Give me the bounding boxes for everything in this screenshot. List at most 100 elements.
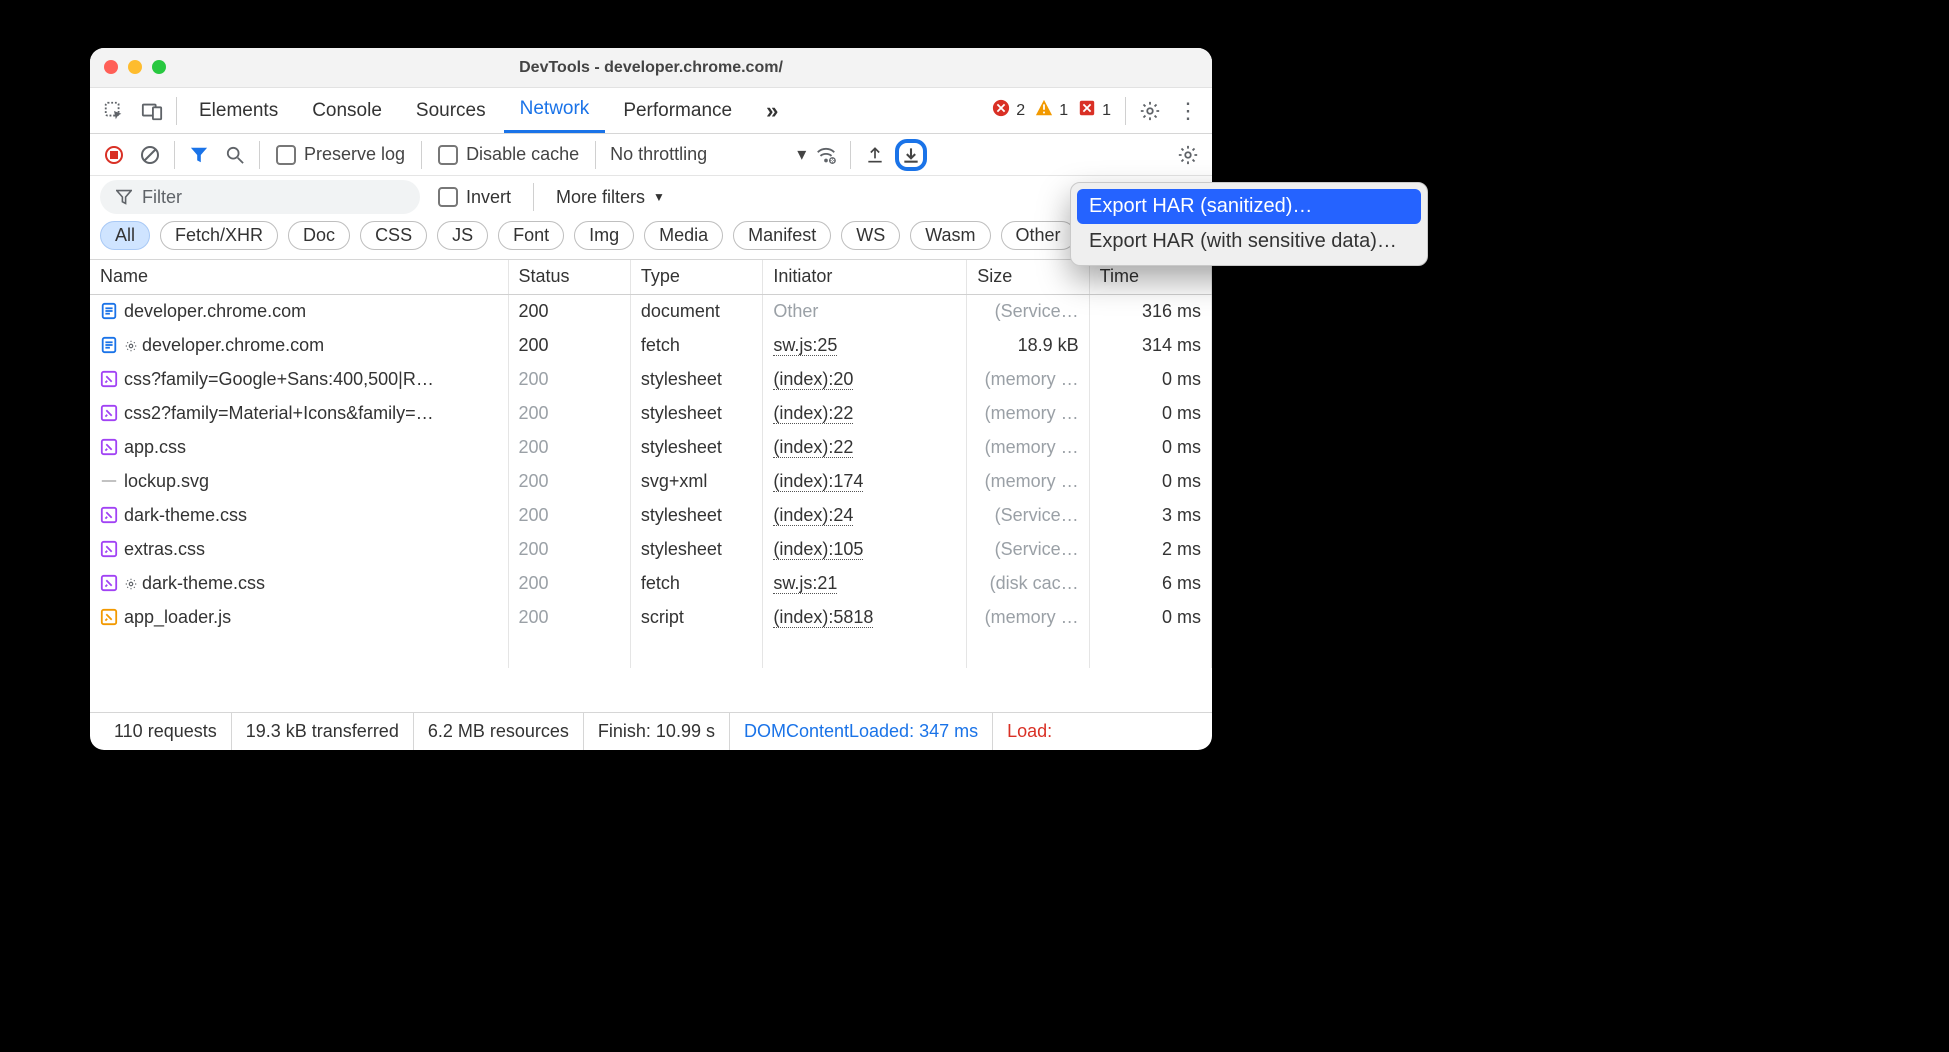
device-toolbar-icon[interactable]	[134, 93, 170, 129]
record-button[interactable]	[98, 139, 130, 171]
maximize-window-button[interactable]	[152, 60, 166, 74]
filter-input[interactable]: Filter	[100, 180, 420, 214]
settings-gear-icon[interactable]	[1132, 93, 1168, 129]
filter-toggle-icon[interactable]	[183, 139, 215, 171]
issue-count: 1	[1102, 102, 1111, 120]
search-icon[interactable]	[219, 139, 251, 171]
preserve-log-checkbox[interactable]: Preserve log	[268, 144, 413, 165]
table-row[interactable]: css2?family=Material+Icons&family=…200st…	[90, 396, 1212, 430]
more-tabs-button[interactable]: »	[750, 88, 794, 133]
file-type-icon	[100, 302, 118, 320]
disable-cache-checkbox[interactable]: Disable cache	[430, 144, 587, 165]
table-row[interactable]: lockup.svg200svg+xml(index):174(memory ……	[90, 464, 1212, 498]
status-cell: 200	[508, 430, 630, 464]
export-har-button[interactable]	[895, 139, 927, 171]
inspect-element-icon[interactable]	[96, 93, 132, 129]
request-name: extras.css	[124, 539, 205, 559]
table-row[interactable]: extras.css200stylesheet(index):105(Servi…	[90, 532, 1212, 566]
col-status[interactable]: Status	[508, 260, 630, 294]
chip-js[interactable]: JS	[437, 221, 488, 250]
table-header-row: Name Status Type Initiator Size Time	[90, 260, 1212, 294]
request-name: lockup.svg	[124, 471, 209, 491]
table-row[interactable]: developer.chrome.com200documentOther(Ser…	[90, 294, 1212, 328]
divider	[176, 97, 177, 125]
file-type-icon	[100, 404, 118, 422]
col-size[interactable]: Size	[967, 260, 1089, 294]
chip-all[interactable]: All	[100, 221, 150, 250]
initiator-link[interactable]: (index):174	[773, 471, 863, 492]
size-cell: (disk cac…	[967, 566, 1089, 600]
size-cell: (memory …	[967, 396, 1089, 430]
export-har-menu-item[interactable]: Export HAR (sanitized)…	[1077, 189, 1421, 224]
tab-elements[interactable]: Elements	[183, 88, 294, 133]
warning-icon[interactable]	[1035, 99, 1053, 122]
type-cell: script	[630, 600, 763, 634]
col-initiator[interactable]: Initiator	[763, 260, 967, 294]
network-conditions-icon[interactable]	[810, 139, 842, 171]
initiator-link[interactable]: (index):20	[773, 369, 853, 390]
throttling-select[interactable]: No throttling ▾	[604, 144, 806, 165]
size-cell: (memory …	[967, 464, 1089, 498]
export-har-menu: Export HAR (sanitized)…Export HAR (with …	[1070, 182, 1428, 266]
col-type[interactable]: Type	[630, 260, 763, 294]
table-row[interactable]: app.css200stylesheet(index):22(memory …0…	[90, 430, 1212, 464]
issue-icon[interactable]	[1078, 99, 1096, 122]
size-cell: (memory …	[967, 362, 1089, 396]
chip-font[interactable]: Font	[498, 221, 564, 250]
tab-network[interactable]: Network	[504, 88, 606, 133]
chip-wasm[interactable]: Wasm	[910, 221, 990, 250]
time-cell: 0 ms	[1089, 430, 1211, 464]
table-row[interactable]	[90, 634, 1212, 668]
error-icon[interactable]	[992, 99, 1010, 122]
chip-img[interactable]: Img	[574, 221, 634, 250]
traffic-lights	[104, 60, 166, 74]
type-cell: fetch	[630, 328, 763, 362]
filter-bar: Filter Invert More filters ▼	[90, 176, 1212, 218]
divider	[259, 141, 260, 169]
initiator-link[interactable]: (index):5818	[773, 607, 873, 628]
export-har-menu-item[interactable]: Export HAR (with sensitive data)…	[1077, 224, 1421, 259]
table-row[interactable]: app_loader.js200script(index):5818(memor…	[90, 600, 1212, 634]
initiator-link[interactable]: (index):22	[773, 403, 853, 424]
table-row[interactable]: css?family=Google+Sans:400,500|R…200styl…	[90, 362, 1212, 396]
chip-css[interactable]: CSS	[360, 221, 427, 250]
checkbox-icon	[438, 187, 458, 207]
size-cell: (memory …	[967, 430, 1089, 464]
chip-fetchxhr[interactable]: Fetch/XHR	[160, 221, 278, 250]
close-window-button[interactable]	[104, 60, 118, 74]
minimize-window-button[interactable]	[128, 60, 142, 74]
invert-label: Invert	[466, 187, 511, 208]
tab-sources[interactable]: Sources	[400, 88, 502, 133]
table-row[interactable]: dark-theme.css200stylesheet(index):24(Se…	[90, 498, 1212, 532]
tab-console[interactable]: Console	[296, 88, 398, 133]
kebab-menu-icon[interactable]: ⋮	[1170, 93, 1206, 129]
col-name[interactable]: Name	[90, 260, 508, 294]
request-name: app_loader.js	[124, 607, 231, 627]
initiator-link[interactable]: (index):105	[773, 539, 863, 560]
file-type-icon	[100, 438, 118, 456]
initiator-link[interactable]: sw.js:21	[773, 573, 837, 594]
tab-performance[interactable]: Performance	[607, 88, 748, 133]
import-har-icon[interactable]	[859, 139, 891, 171]
chip-media[interactable]: Media	[644, 221, 723, 250]
more-filters-dropdown[interactable]: More filters ▼	[556, 187, 665, 208]
chip-manifest[interactable]: Manifest	[733, 221, 831, 250]
devtools-window: DevTools - developer.chrome.com/ Element…	[90, 48, 1212, 750]
chip-ws[interactable]: WS	[841, 221, 900, 250]
initiator-link[interactable]: (index):24	[773, 505, 853, 526]
table-row[interactable]: developer.chrome.com200fetchsw.js:2518.9…	[90, 328, 1212, 362]
error-count: 2	[1016, 102, 1025, 120]
table-row[interactable]: dark-theme.css200fetchsw.js:21(disk cac……	[90, 566, 1212, 600]
status-cell: 200	[508, 294, 630, 328]
network-settings-gear-icon[interactable]	[1172, 139, 1204, 171]
chip-other[interactable]: Other	[1001, 221, 1076, 250]
divider	[421, 141, 422, 169]
file-type-icon	[100, 336, 118, 354]
initiator-link[interactable]: (index):22	[773, 437, 853, 458]
clear-button[interactable]	[134, 139, 166, 171]
request-name: dark-theme.css	[124, 505, 247, 525]
invert-checkbox[interactable]: Invert	[438, 187, 511, 208]
chip-doc[interactable]: Doc	[288, 221, 350, 250]
status-cell: 200	[508, 328, 630, 362]
initiator-link[interactable]: sw.js:25	[773, 335, 837, 356]
